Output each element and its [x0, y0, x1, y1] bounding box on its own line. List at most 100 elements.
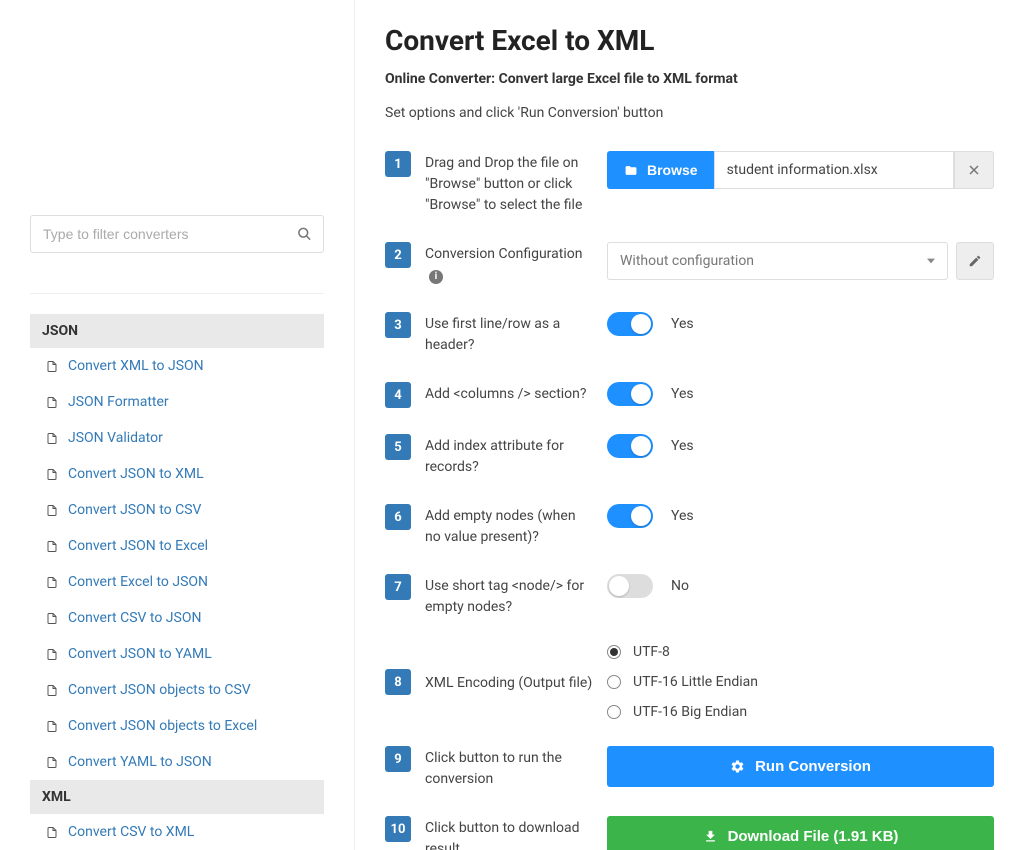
toggle-value: Yes — [671, 386, 694, 402]
step-label: Conversion Configuration i — [425, 242, 593, 286]
sidebar-item-label: Convert JSON to XML — [68, 466, 204, 482]
sidebar-item[interactable]: Convert XML to JSON — [30, 348, 324, 384]
step-label: Click button to run the conversion — [425, 746, 593, 790]
sidebar-item[interactable]: Convert JSON objects to Excel — [30, 708, 324, 744]
file-icon — [46, 719, 58, 734]
step-9: 9 Click button to run the conversion Run… — [385, 746, 994, 790]
step-8: 8 XML Encoding (Output file) UTF-8 UTF-1… — [385, 644, 994, 720]
sidebar-item[interactable]: Convert JSON to Excel — [30, 528, 324, 564]
download-button[interactable]: Download File (1.91 KB) — [607, 816, 994, 850]
step-label: Add index attribute for records? — [425, 434, 593, 478]
config-select[interactable]: Without configuration — [607, 242, 948, 280]
step-number: 4 — [385, 382, 411, 408]
sidebar-item-label: Convert JSON objects to Excel — [68, 718, 257, 734]
step-number: 2 — [385, 242, 411, 268]
sidebar-item[interactable]: Convert Excel to JSON — [30, 564, 324, 600]
file-input-group: Browse student information.xlsx — [607, 151, 994, 189]
category-list-xml: Convert CSV to XML — [30, 814, 324, 850]
step-number: 5 — [385, 434, 411, 460]
step-label: Add empty nodes (when no value present)? — [425, 504, 593, 548]
file-icon — [46, 395, 58, 410]
toggle-empty-nodes[interactable] — [607, 504, 653, 528]
pencil-icon — [968, 254, 982, 268]
sidebar-item[interactable]: Convert YAML to JSON — [30, 744, 324, 780]
gear-icon — [730, 759, 745, 774]
sidebar-item[interactable]: Convert JSON to XML — [30, 456, 324, 492]
file-icon — [46, 539, 58, 554]
run-conversion-button[interactable]: Run Conversion — [607, 746, 994, 787]
step-number: 8 — [385, 669, 411, 695]
sidebar-item[interactable]: Convert CSV to XML — [30, 814, 324, 850]
toggle-value: Yes — [671, 316, 694, 332]
step-number: 1 — [385, 151, 411, 177]
sidebar-item[interactable]: Convert JSON objects to CSV — [30, 672, 324, 708]
step-7: 7 Use short tag <node/> for empty nodes?… — [385, 574, 994, 618]
encoding-radio-group: UTF-8 UTF-16 Little Endian UTF-16 Big En… — [607, 644, 758, 720]
sidebar-item[interactable]: Convert JSON to CSV — [30, 492, 324, 528]
toggle-index[interactable] — [607, 434, 653, 458]
step-label: Add <columns /> section? — [425, 382, 593, 405]
radio-icon — [607, 675, 621, 689]
file-icon — [46, 825, 58, 840]
browse-button[interactable]: Browse — [607, 151, 714, 189]
step-label: Drag and Drop the file on "Browse" butto… — [425, 151, 593, 216]
page-subtitle: Online Converter: Convert large Excel fi… — [385, 71, 994, 87]
file-icon — [46, 647, 58, 662]
radio-icon — [607, 705, 621, 719]
sidebar-item-label: Convert JSON to Excel — [68, 538, 208, 554]
step-label: Use short tag <node/> for empty nodes? — [425, 574, 593, 618]
step-number: 3 — [385, 312, 411, 338]
step-label-text: Conversion Configuration — [425, 246, 582, 262]
instruction-text: Set options and click 'Run Conversion' b… — [385, 105, 994, 121]
sidebar-item[interactable]: JSON Validator — [30, 420, 324, 456]
category-header-json: JSON — [30, 314, 324, 348]
sidebar-item-label: JSON Formatter — [68, 394, 169, 410]
radio-utf16le[interactable]: UTF-16 Little Endian — [607, 674, 758, 690]
close-icon — [968, 164, 980, 176]
step-3: 3 Use first line/row as a header? Yes — [385, 312, 994, 356]
search-icon — [297, 227, 312, 242]
file-icon — [46, 503, 58, 518]
main-content: Convert Excel to XML Online Converter: C… — [355, 0, 1024, 850]
step-label: XML Encoding (Output file) — [425, 671, 593, 694]
sidebar-item-label: Convert CSV to JSON — [68, 610, 201, 626]
step-10: 10 Click button to download result Downl… — [385, 816, 994, 850]
step-5: 5 Add index attribute for records? Yes — [385, 434, 994, 478]
step-number: 9 — [385, 746, 411, 772]
sidebar-item-label: Convert JSON to YAML — [68, 646, 212, 662]
radio-label: UTF-16 Little Endian — [633, 674, 758, 690]
file-name-display: student information.xlsx — [714, 151, 954, 189]
browse-label: Browse — [647, 162, 698, 178]
download-icon — [703, 829, 718, 844]
clear-file-button[interactable] — [954, 151, 994, 189]
sidebar-item-label: Convert CSV to XML — [68, 824, 194, 840]
search-input[interactable] — [30, 215, 324, 253]
sidebar-item[interactable]: Convert CSV to JSON — [30, 600, 324, 636]
radio-utf8[interactable]: UTF-8 — [607, 644, 758, 660]
radio-utf16be[interactable]: UTF-16 Big Endian — [607, 704, 758, 720]
category-header-xml: XML — [30, 780, 324, 814]
sidebar-ad-space — [30, 20, 324, 215]
sidebar-item-label: Convert JSON to CSV — [68, 502, 201, 518]
toggle-header[interactable] — [607, 312, 653, 336]
file-icon — [46, 683, 58, 698]
search-wrap — [30, 215, 324, 253]
sidebar-item-label: Convert Excel to JSON — [68, 574, 208, 590]
edit-config-button[interactable] — [956, 242, 994, 280]
sidebar-item[interactable]: Convert JSON to YAML — [30, 636, 324, 672]
step-number: 7 — [385, 574, 411, 600]
file-icon — [46, 611, 58, 626]
sidebar-item[interactable]: JSON Formatter — [30, 384, 324, 420]
radio-icon — [607, 645, 621, 659]
toggle-value: No — [671, 578, 689, 594]
page-title: Convert Excel to XML — [385, 24, 994, 57]
step-4: 4 Add <columns /> section? Yes — [385, 382, 994, 408]
toggle-short-tag[interactable] — [607, 574, 653, 598]
toggle-columns[interactable] — [607, 382, 653, 406]
info-icon[interactable]: i — [429, 270, 443, 284]
toggle-value: Yes — [671, 438, 694, 454]
step-number: 6 — [385, 504, 411, 530]
toggle-value: Yes — [671, 508, 694, 524]
file-icon — [46, 467, 58, 482]
sidebar-item-label: Convert JSON objects to CSV — [68, 682, 251, 698]
